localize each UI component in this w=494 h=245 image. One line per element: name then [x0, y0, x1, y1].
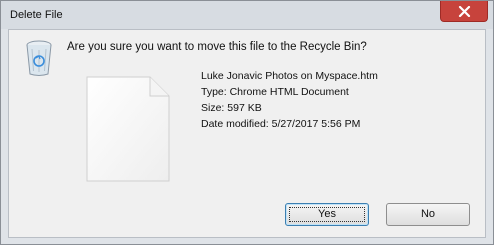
close-icon: [458, 6, 471, 17]
title-bar[interactable]: Delete File: [1, 1, 493, 29]
confirmation-question: Are you sure you want to move this file …: [67, 41, 367, 53]
yes-button-label: Yes: [318, 208, 336, 220]
close-button[interactable]: [440, 1, 488, 22]
file-date-modified: Date modified: 5/27/2017 5:56 PM: [201, 118, 361, 130]
no-button[interactable]: No: [386, 203, 470, 226]
file-type: Type: Chrome HTML Document: [201, 86, 349, 98]
file-size: Size: 597 KB: [201, 102, 262, 114]
dialog-body: Are you sure you want to move this file …: [8, 29, 486, 238]
no-button-label: No: [420, 208, 436, 220]
window-title: Delete File: [10, 9, 63, 21]
delete-file-dialog: Delete File Are you sure you want to mov…: [0, 0, 494, 245]
recycle-bin-icon: [26, 40, 52, 76]
file-details: Luke Jonavic Photos on Myspace.htm Type:…: [201, 68, 378, 132]
yes-button[interactable]: Yes: [285, 203, 369, 226]
file-icon: [86, 76, 170, 182]
file-name: Luke Jonavic Photos on Myspace.htm: [201, 70, 378, 82]
